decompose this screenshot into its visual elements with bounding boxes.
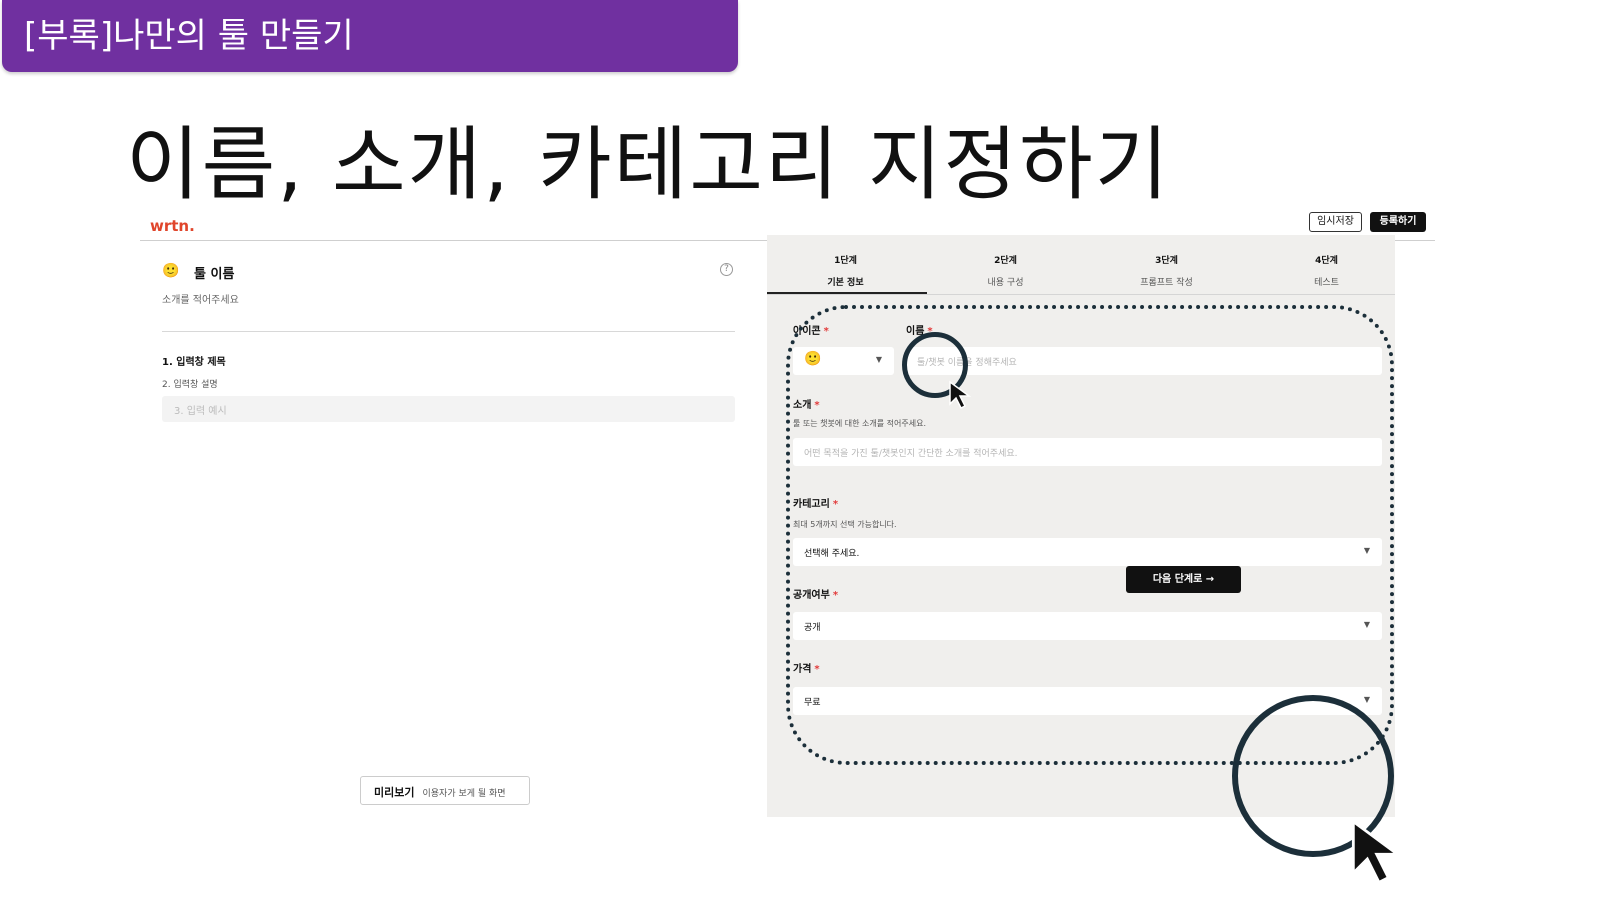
step-number: 4단계 <box>1315 256 1338 266</box>
step-label: 테스트 <box>1314 278 1339 288</box>
public-select[interactable]: 공개 ▼ <box>793 612 1382 640</box>
preview-button[interactable]: 미리보기 이용자가 보게 될 화면 <box>360 776 530 805</box>
step-number: 1단계 <box>834 256 857 266</box>
step-label: 프롬프트 작성 <box>1140 278 1193 288</box>
input-title-label: 1. 입력창 제목 <box>162 357 226 368</box>
price-value: 무료 <box>804 698 821 708</box>
tab-step-4[interactable]: 4단계 테스트 <box>1248 253 1405 288</box>
chevron-down-icon: ▼ <box>1363 695 1370 704</box>
tool-description: 소개를 적어주세요 <box>162 295 239 306</box>
temp-save-button[interactable]: 임시저장 <box>1309 212 1362 232</box>
active-tab-indicator <box>767 292 927 294</box>
wrtn-logo[interactable]: wrtn. <box>150 217 195 235</box>
divider <box>162 331 735 332</box>
cursor-arrow-icon <box>1351 818 1402 885</box>
chevron-down-icon: ▼ <box>1363 620 1370 629</box>
preview-button-label: 미리보기 <box>374 786 415 799</box>
icon-label: 아이콘 * <box>793 326 829 337</box>
intro-label: 소개 * <box>793 400 820 411</box>
register-button[interactable]: 등록하기 <box>1370 212 1426 232</box>
category-hint: 최대 5개까지 선택 가능합니다. <box>793 520 897 529</box>
intro-hint: 툴 또는 챗봇에 대한 소개를 적어주세요. <box>793 419 927 428</box>
name-input[interactable]: 툴/챗봇 이름을 정해주세요 <box>906 347 1382 375</box>
public-label: 공개여부 * <box>793 590 839 601</box>
step-tabs: 1단계 기본 정보 2단계 내용 구성 3단계 프롬프트 작성 4단계 테스트 <box>767 235 1395 295</box>
step-label: 내용 구성 <box>987 278 1024 288</box>
step-number: 2단계 <box>994 256 1017 266</box>
category-select[interactable]: 선택해 주세요. ▼ <box>793 538 1382 566</box>
step-label: 기본 정보 <box>827 278 864 288</box>
app-screenshot: wrtn. 임시저장 등록하기 🙂 툴 이름 ? 소개를 적어주세요 1. 입력… <box>140 207 1435 840</box>
public-value: 공개 <box>804 623 821 633</box>
tool-emoji-icon: 🙂 <box>162 263 180 279</box>
slide-title: 이름, 소개, 카테고리 지정하기 <box>126 118 1171 211</box>
tab-step-1[interactable]: 1단계 기본 정보 <box>767 253 924 288</box>
tab-step-2[interactable]: 2단계 내용 구성 <box>927 253 1084 288</box>
input-example-field[interactable]: 3. 입력 예시 <box>162 396 735 422</box>
category-value: 선택해 주세요. <box>804 549 860 559</box>
price-label: 가격 * <box>793 664 820 675</box>
chevron-down-icon: ▼ <box>875 355 882 364</box>
settings-panel: 1단계 기본 정보 2단계 내용 구성 3단계 프롬프트 작성 4단계 테스트 … <box>767 235 1395 817</box>
category-label: 카테고리 * <box>793 499 839 510</box>
input-description-label: 2. 입력창 설명 <box>162 380 218 390</box>
preview-panel: 🙂 툴 이름 ? 소개를 적어주세요 1. 입력창 제목 2. 입력창 설명 3… <box>140 241 805 840</box>
icon-select[interactable]: 🙂 ▼ <box>793 347 894 375</box>
tab-step-3[interactable]: 3단계 프롬프트 작성 <box>1088 253 1245 288</box>
name-label: 이름 * <box>906 326 933 337</box>
tool-name: 툴 이름 <box>194 267 235 282</box>
preview-button-sub: 이용자가 보게 될 화면 <box>422 789 506 799</box>
help-icon[interactable]: ? <box>720 263 733 276</box>
price-select[interactable]: 무료 ▼ <box>793 687 1382 715</box>
chevron-down-icon: ▼ <box>1363 546 1370 555</box>
intro-input[interactable]: 어떤 목적을 가진 툴/챗봇인지 간단한 소개를 적어주세요. <box>793 438 1382 466</box>
next-step-button[interactable]: 다음 단계로 → <box>1126 566 1241 593</box>
step-number: 3단계 <box>1155 256 1178 266</box>
section-tag: [부록]나만의 툴 만들기 <box>2 0 738 72</box>
smiley-icon: 🙂 <box>804 351 822 367</box>
cursor-arrow-icon <box>949 380 972 410</box>
